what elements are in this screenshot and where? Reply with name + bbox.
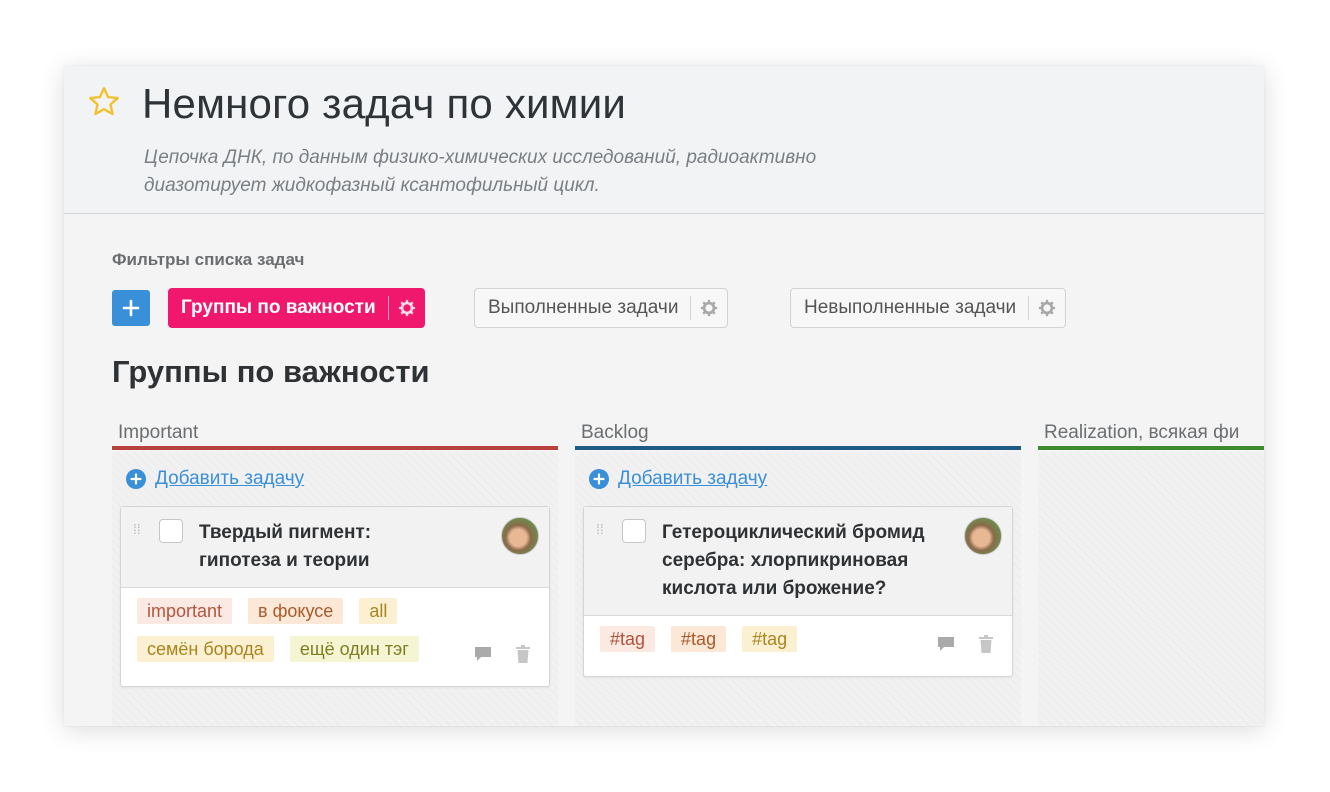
project-description: Цепочка ДНК, по данным физико-химических… — [144, 144, 964, 200]
comment-icon[interactable] — [936, 635, 956, 653]
column-color-bar — [112, 446, 558, 450]
section-title: Группы по важности — [112, 354, 430, 389]
description-line: диазотирует жидкофазный ксантофильный ци… — [144, 175, 600, 196]
description-line: Цепочка ДНК, по данным физико-химических… — [144, 147, 817, 168]
task-card-header: ⁞⁞ Твердый пигмент: гипотеза и теории — [121, 507, 549, 588]
task-card-header: ⁞⁞ Гетероциклический бромид серебра: хло… — [584, 507, 1012, 616]
avatar[interactable] — [964, 517, 1002, 555]
add-task-link[interactable]: Добавить задачу — [126, 468, 304, 490]
column-backlog: Backlog Добавить задачу ⁞⁞ Гетероцикличе… — [575, 416, 1021, 726]
column-color-bar — [575, 446, 1021, 450]
plus-circle-icon — [589, 469, 609, 489]
task-card[interactable]: ⁞⁞ Гетероциклический бромид серебра: хло… — [583, 506, 1013, 677]
comment-icon[interactable] — [473, 645, 493, 663]
avatar[interactable] — [501, 517, 539, 555]
drag-handle-icon[interactable]: ⁞⁞ — [133, 522, 141, 536]
drag-handle-icon[interactable]: ⁞⁞ — [596, 522, 604, 536]
task-card-body: important в фокусе all семён борода ещё … — [121, 588, 549, 686]
tag-list: #tag #tag #tag — [600, 626, 930, 664]
column-title: Backlog — [581, 422, 649, 443]
task-card-actions — [914, 634, 994, 654]
star-outline-icon[interactable] — [86, 84, 122, 120]
gear-icon[interactable] — [691, 288, 727, 328]
task-checkbox[interactable] — [622, 519, 646, 543]
gear-icon[interactable] — [389, 288, 425, 328]
tag[interactable]: #tag — [671, 626, 727, 652]
tag[interactable]: #tag — [600, 626, 656, 652]
trash-icon[interactable] — [515, 644, 531, 664]
filter-chip-importance-groups[interactable]: Группы по важности — [168, 288, 425, 328]
project-header: Немного задач по химии Цепочка ДНК, по д… — [64, 66, 1264, 214]
column-important: Important Добавить задачу ⁞⁞ Твердый пиг… — [112, 416, 558, 726]
task-card-actions — [451, 644, 531, 664]
filter-chip-completed-tasks[interactable]: Выполненные задачи — [474, 288, 729, 328]
task-title-line: Гетероциклический бромид — [662, 522, 925, 543]
tag[interactable]: all — [359, 598, 398, 624]
tag[interactable]: important — [137, 598, 233, 624]
add-task-link[interactable]: Добавить задачу — [589, 468, 767, 490]
filter-chip-label: Группы по важности — [181, 297, 376, 318]
task-title-line: Твердый пигмент: — [199, 522, 372, 543]
plus-circle-icon — [126, 469, 146, 489]
project-title: Немного задач по химии — [142, 80, 627, 127]
task-title-line: серебра: хлорпикриновая — [662, 550, 909, 571]
task-card[interactable]: ⁞⁞ Твердый пигмент: гипотеза и теории im… — [120, 506, 550, 687]
task-checkbox[interactable] — [159, 519, 183, 543]
filter-chip-label: Невыполненные задачи — [804, 297, 1017, 318]
add-filter-button[interactable] — [112, 290, 150, 326]
tag[interactable]: ещё один тэг — [289, 636, 419, 662]
tag[interactable]: #tag — [742, 626, 798, 652]
column-realization: Realization, всякая фи — [1038, 416, 1264, 726]
board-window: Немного задач по химии Цепочка ДНК, по д… — [64, 66, 1264, 726]
add-task-label: Добавить задачу — [155, 468, 305, 489]
task-title[interactable]: Гетероциклический бромид серебра: хлорпи… — [662, 519, 942, 603]
filters-label: Фильтры списка задач — [112, 250, 305, 269]
column-color-bar — [1038, 446, 1264, 450]
column-title: Important — [118, 422, 199, 443]
tag-list: important в фокусе all семён борода ещё … — [137, 598, 467, 674]
add-task-label: Добавить задачу — [618, 468, 768, 489]
plus-icon — [122, 299, 140, 317]
task-card-body: #tag #tag #tag — [584, 616, 1012, 676]
task-title-line: гипотеза и теории — [199, 550, 370, 571]
trash-icon[interactable] — [978, 634, 994, 654]
filter-chip-label: Выполненные задачи — [488, 297, 679, 318]
tag[interactable]: в фокусе — [248, 598, 344, 624]
gear-icon[interactable] — [1029, 288, 1065, 328]
column-title: Realization, всякая фи — [1044, 422, 1240, 443]
filter-chip-incomplete-tasks[interactable]: Невыполненные задачи — [790, 288, 1067, 328]
task-title-line: кислота или брожение? — [662, 578, 887, 599]
tag[interactable]: семён борода — [137, 636, 274, 662]
task-title[interactable]: Твердый пигмент: гипотеза и теории — [199, 519, 479, 575]
